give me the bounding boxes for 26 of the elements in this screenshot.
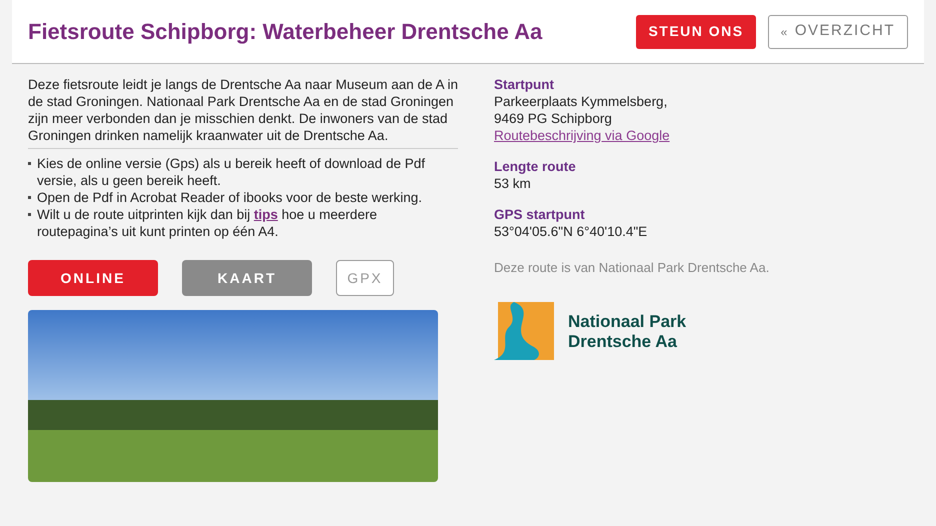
page-title: Fietsroute Schipborg: Waterbeheer Drentsche Aa bbox=[28, 18, 542, 46]
intro-paragraph: Deze fietsroute leidt je langs de Drentsche Aa naar Museum aan de A in de stad Groningen. Nationaal Park Drentsche Aa en de stad Groningen zijn meer verbonden dan je misschien denkt. De inwoners van de stad Groningen drinken namelijk kraanwater uit de Drentsche Aa. bbox=[28, 76, 458, 149]
bullet-icon bbox=[28, 162, 31, 165]
online-button[interactable]: ONLINE bbox=[28, 260, 158, 296]
gpx-button[interactable]: GPX bbox=[336, 260, 394, 296]
detail-value: Parkeerplaats Kymmelsberg, bbox=[494, 93, 668, 110]
tip-text: Open de Pdf in Acrobat Reader of ibooks voor de beste werking. bbox=[37, 189, 422, 206]
bullet-icon bbox=[28, 213, 31, 216]
detail-heading: Lengte route bbox=[494, 158, 577, 175]
support-button[interactable]: STEUN ONS bbox=[636, 14, 756, 48]
detail-value: 53 km bbox=[494, 175, 532, 192]
tip-text: Wilt u de route uitprinten kijk dan bij tips hoe u meerdere routepagina’s uit kunt printen op één A4. bbox=[37, 206, 378, 240]
tip-text: Kies de online versie (Gps) als u bereik heeft of download de Pdf versie, als u geen bereik heeft. bbox=[37, 155, 426, 189]
bullet-icon bbox=[28, 196, 31, 199]
park-logo-icon bbox=[494, 302, 554, 362]
logo-text: Drentsche Aa bbox=[568, 332, 678, 352]
logo-text: Nationaal Park bbox=[568, 312, 686, 332]
map-button[interactable]: KAART bbox=[182, 260, 312, 296]
detail-heading: Startpunt bbox=[494, 76, 555, 93]
detail-value: 9469 PG Schipborg bbox=[494, 110, 613, 127]
detail-heading: GPS startpunt bbox=[494, 206, 586, 223]
directions-link[interactable]: Routebeschrijving via Google bbox=[494, 127, 670, 144]
owner-note: Deze route is van Nationaal Park Drentsche Aa. bbox=[494, 259, 770, 277]
tips-link[interactable]: tips bbox=[254, 207, 278, 222]
detail-value: 53°04'05.6"N 6°40'10.4"E bbox=[494, 223, 648, 240]
overview-button[interactable]: « OVERZICHT bbox=[768, 14, 908, 48]
